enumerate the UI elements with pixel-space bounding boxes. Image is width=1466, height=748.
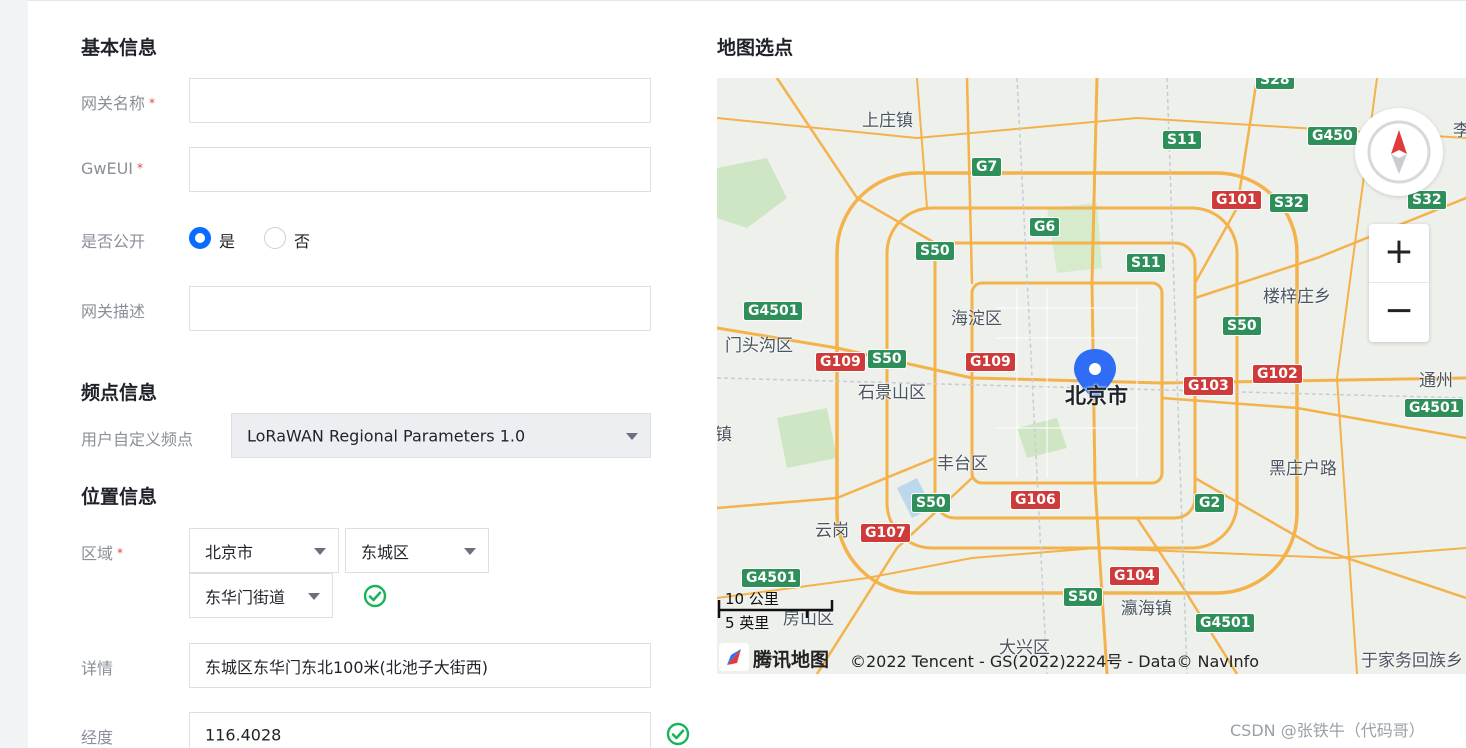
check-circle-icon <box>666 722 690 746</box>
freq-select-value: LoRaWAN Regional Parameters 1.0 <box>247 426 526 445</box>
required-mark: * <box>117 546 124 560</box>
longitude-input[interactable]: 116.4028 <box>189 712 651 748</box>
detail-label: 详情 <box>81 659 114 678</box>
public-yes-label[interactable]: 是 <box>219 228 235 252</box>
scale-mi-label: 5 英里 <box>725 614 770 632</box>
detail-input[interactable]: 东城区东华门东北100米(北池子大街西) <box>189 643 651 688</box>
longitude-value: 116.4028 <box>205 725 282 745</box>
map-place-label: 石景山区 <box>858 383 926 403</box>
region-label: 区域 * <box>81 540 123 564</box>
desc-label: 网关描述 <box>81 302 146 321</box>
zoom-control: + − <box>1369 224 1429 342</box>
map-place-label: 北京市 <box>1065 384 1128 408</box>
required-mark: * <box>137 161 144 175</box>
map-roads <box>717 78 1466 674</box>
tencent-map-logo <box>719 643 749 671</box>
compass-control[interactable] <box>1355 108 1443 196</box>
road-sign: G2 <box>1194 493 1226 513</box>
map-place-label: 李 <box>1453 121 1466 141</box>
road-sign: G7 <box>971 157 1003 177</box>
longitude-label: 经度 <box>81 728 114 747</box>
basic-info-title: 基本信息 <box>81 37 158 59</box>
region-district-value: 东城区 <box>361 542 410 562</box>
map-place-label: 镇 <box>717 425 732 445</box>
zoom-in-button[interactable]: + <box>1369 224 1429 282</box>
map-place-label: 海淀区 <box>951 309 1002 329</box>
road-sign: G101 <box>1211 190 1262 210</box>
chevron-down-icon <box>308 592 320 600</box>
road-sign: G104 <box>1109 566 1160 586</box>
public-no-radio[interactable] <box>264 227 286 249</box>
road-sign: S50 <box>867 349 907 369</box>
road-sign: G107 <box>860 523 911 543</box>
chevron-down-icon <box>314 547 326 555</box>
region-city-select[interactable]: 北京市 <box>189 528 339 573</box>
road-sign: S11 <box>1162 130 1202 150</box>
chevron-down-icon <box>626 432 638 440</box>
road-sign: G4501 <box>1404 398 1465 418</box>
road-sign: G109 <box>965 352 1016 372</box>
road-sign: G109 <box>815 352 866 372</box>
zoom-out-button[interactable]: − <box>1369 283 1429 341</box>
map-brand: 腾讯地图 <box>753 649 830 671</box>
freq-select[interactable]: LoRaWAN Regional Parameters 1.0 <box>231 413 651 458</box>
region-street-value: 东华门街道 <box>205 587 286 607</box>
map-place-label: 上庄镇 <box>862 111 913 131</box>
gateway-name-label: 网关名称 * <box>81 90 155 114</box>
detail-value: 东城区东华门东北100米(北池子大街西) <box>205 657 489 677</box>
road-sign: G4501 <box>743 301 804 321</box>
road-sign: S50 <box>1063 587 1103 607</box>
watermark: CSDN @张铁牛（代码哥） <box>1230 721 1425 740</box>
public-label: 是否公开 <box>81 232 146 251</box>
gweui-label: GwEUI * <box>81 159 143 178</box>
desc-input[interactable] <box>189 286 651 331</box>
road-sign: S28 <box>1255 78 1295 90</box>
region-district-select[interactable]: 东城区 <box>345 528 489 573</box>
region-label-text: 区域 <box>81 544 114 563</box>
map-canvas[interactable]: 上庄镇 海淀区 门头沟区 石景山区 北京市 丰台区 云岗 房山区 大兴区 瀛海镇… <box>717 78 1466 674</box>
chevron-down-icon <box>464 547 476 555</box>
road-sign: S32 <box>1269 193 1309 213</box>
road-sign: G106 <box>1010 490 1061 510</box>
map-place-label: 楼梓庄乡 <box>1263 287 1331 307</box>
road-sign: G103 <box>1183 376 1234 396</box>
freq-info-title: 频点信息 <box>81 382 158 404</box>
map-place-label: 黑庄户路 <box>1269 459 1337 479</box>
map-place-label: 云岗 <box>815 521 849 541</box>
road-sign: S50 <box>911 493 951 513</box>
freq-label: 用户自定义频点 <box>81 430 194 449</box>
tencent-map-logo-icon <box>727 649 741 665</box>
road-sign: S50 <box>1222 316 1262 336</box>
compass-icon <box>1367 120 1431 184</box>
gweui-input[interactable] <box>189 147 651 192</box>
gateway-name-input[interactable] <box>189 78 651 123</box>
gweui-label-text: GwEUI <box>81 159 134 178</box>
public-yes-radio[interactable] <box>189 227 211 249</box>
location-info-title: 位置信息 <box>81 486 158 508</box>
road-sign: S11 <box>1126 253 1166 273</box>
map-place-label: 于家务回族乡 <box>1361 651 1463 671</box>
road-sign: G4501 <box>741 568 802 588</box>
map-copyright: ©2022 Tencent - GS(2022)2224号 - Data© Na… <box>850 652 1260 671</box>
required-mark: * <box>149 96 156 110</box>
road-sign: G6 <box>1029 217 1061 237</box>
map-place-label: 丰台区 <box>937 454 988 474</box>
gateway-name-label-text: 网关名称 <box>81 94 146 113</box>
road-sign: S50 <box>915 241 955 261</box>
map-place-label: 瀛海镇 <box>1121 599 1172 619</box>
road-sign: G450 <box>1307 126 1358 146</box>
region-street-select[interactable]: 东华门街道 <box>189 573 333 618</box>
check-circle-icon <box>363 584 387 608</box>
map-title: 地图选点 <box>717 37 794 59</box>
map-place-label: 通州 <box>1419 371 1453 391</box>
public-no-label[interactable]: 否 <box>294 228 310 252</box>
map-place-label: 门头沟区 <box>725 336 793 356</box>
region-city-value: 北京市 <box>205 542 254 562</box>
road-sign: G4501 <box>1195 613 1256 633</box>
road-sign: G102 <box>1252 364 1303 384</box>
